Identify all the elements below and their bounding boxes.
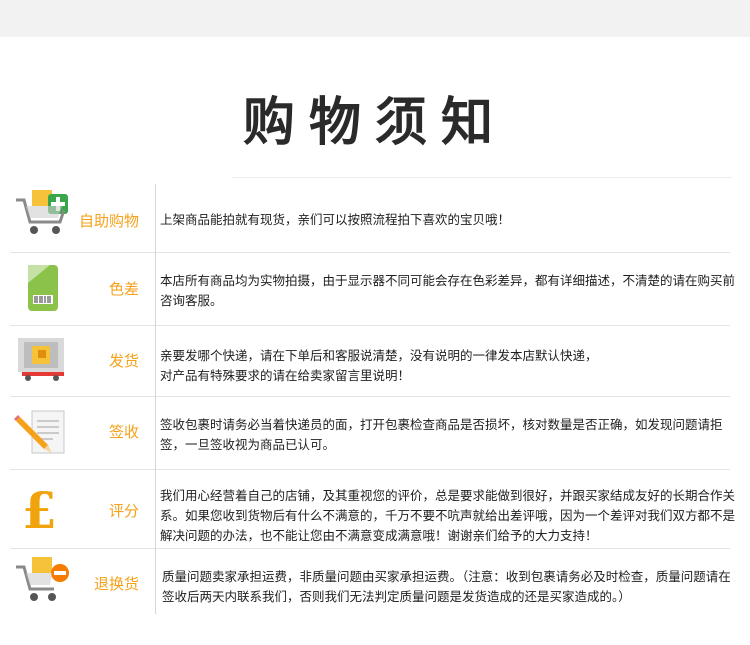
column-divider — [155, 184, 156, 614]
row-text: 我们用心经营着自己的店铺，及其重视您的评价，总是要求能做到很好，并跟买家结成友好… — [160, 488, 736, 543]
row-text: 亲要发哪个快递，请在下单后和客服说清楚，没有说明的一律发本店默认快递， 对产品有… — [160, 348, 598, 383]
info-row-signing: 签收 签收包裹时请务必当着快递员的面，打开包裹检查商品是否损坏，核对数量是否正确… — [0, 397, 750, 469]
top-band — [0, 0, 750, 37]
info-row-self-service: 自助购物 上架商品能拍就有现货，亲们可以按照流程拍下喜欢的宝贝哦！ — [0, 182, 750, 252]
svg-text:£: £ — [22, 482, 57, 532]
shopping-cart-add-icon — [14, 188, 72, 238]
pound-coin-icon: £ — [14, 481, 72, 540]
page-title: 购物须知 — [0, 80, 750, 155]
delivery-truck-icon — [14, 334, 72, 384]
info-row-shipping: 发货 亲要发哪个快递，请在下单后和客服说清楚，没有说明的一律发本店默认快递， 对… — [0, 326, 750, 396]
price-tag-icon — [14, 263, 72, 313]
row-text: 质量问题卖家承担运费，非质量问题由买家承担运费。（注意：收到包裹请务必及时检查，… — [162, 569, 731, 604]
row-text: 上架商品能拍就有现货，亲们可以按照流程拍下喜欢的宝贝哦！ — [160, 212, 511, 227]
row-text: 签收包裹时请务必当着快递员的面，打开包裹检查商品是否损坏，核对数量是否正确，如发… — [160, 417, 723, 452]
shopping-cart-remove-icon — [14, 555, 72, 605]
page-title-text: 购物须知 — [242, 93, 507, 153]
document-pencil-icon — [14, 407, 72, 457]
info-row-return-exchange: 退换货 质量问题卖家承担运费，非质量问题由买家承担运费。（注意：收到包裹请务必及… — [0, 549, 750, 615]
info-row-rating: £ 评分 我们用心经营着自己的店铺，及其重视您的评价，总是要求能做到很好，并跟买… — [0, 470, 750, 548]
title-divider — [232, 177, 732, 178]
row-text: 本店所有商品均为实物拍摄，由于显示器不同可能会存在色彩差异，都有详细描述，不清楚… — [160, 273, 736, 308]
info-row-color-difference: 色差 本店所有商品均为实物拍摄，由于显示器不同可能会存在色彩差异，都有详细描述，… — [0, 253, 750, 325]
